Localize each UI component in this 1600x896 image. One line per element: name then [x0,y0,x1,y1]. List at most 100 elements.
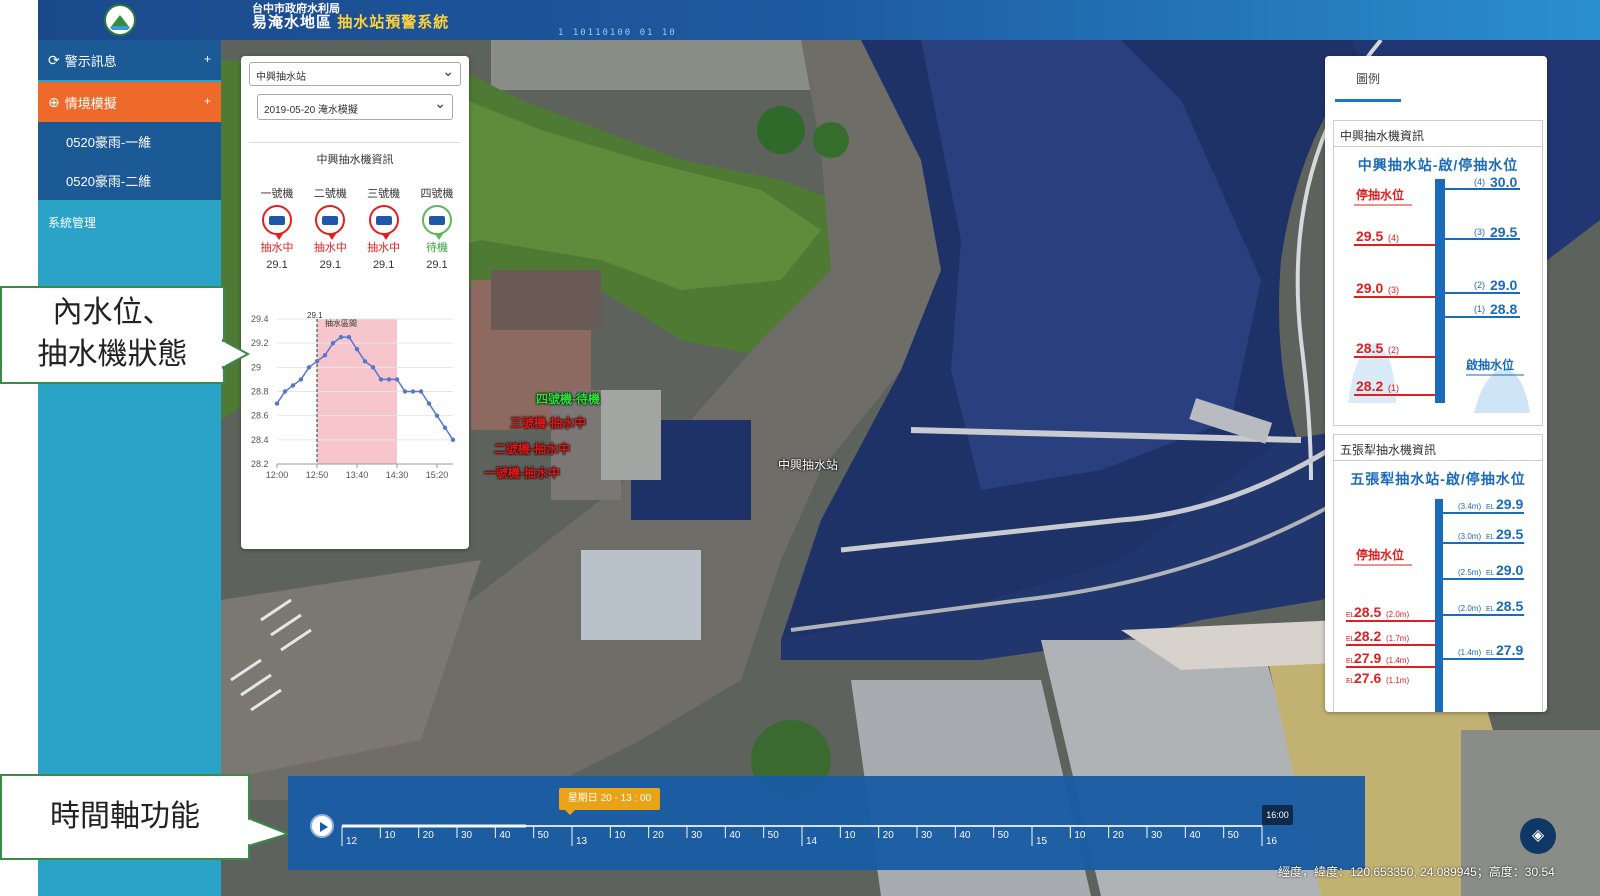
pump-level-diagram: 停抽水位 (3.4m) EL 29.9 (3.0m) EL 29.5 (2.5m… [1346,496,1524,712]
y-tick-label: 29.2 [251,338,269,348]
refresh-alert-icon: ⟳ [48,51,60,68]
timeline-tick-label: 10 [844,830,856,841]
scenario-select[interactable]: 2019-05-20 淹水模擬 [257,94,453,120]
start-level-value: 30.0 [1490,174,1517,190]
el-label: EL [1486,606,1495,613]
data-point [402,389,408,394]
sidebar: ⟳ 警示訊息 + ⊕ 情境模擬 + 0520豪雨-一維 0520豪雨-二維 系統… [38,40,221,896]
timeline-tick-label: 20 [883,830,895,841]
timeline-tick-label: 10 [1074,830,1086,841]
map-label-pump2[interactable]: 二號機-抽水中 [494,440,570,457]
start-level-value: 27.9 [1496,642,1523,658]
sidebar-item-scenario[interactable]: ⊕ 情境模擬 + [38,82,221,128]
level-tag: (1.4m) [1458,648,1481,657]
pump-item[interactable]: 三號機 抽水中 29.1 [362,185,406,285]
data-point [314,359,320,364]
pump-marker-icon [262,205,292,240]
stop-level-value: 27.9 [1354,650,1381,666]
map-label-station[interactable]: 中興抽水站 [778,456,838,473]
timeline-tick-label: 50 [998,830,1010,841]
data-point [418,389,424,394]
timeline-tick-label: 40 [499,830,511,841]
timeline-tick-label: 30 [921,830,933,841]
timeline-tick-label: 30 [691,830,703,841]
level-tag: (2.0m) [1386,610,1409,619]
start-level-value: 28.5 [1496,598,1523,614]
expand-icon[interactable]: + [204,94,211,108]
pump-level: 29.1 [266,259,288,271]
coordinate-readout: 經度，緯度：120.653350, 24.089945；高度：30.54 [1278,865,1555,879]
pump-name: 三號機 [367,188,401,200]
pump-status: 抽水中 [313,242,347,254]
y-tick-label: 28.6 [251,411,269,421]
pump-level-diagram: 停抽水位 啟抽水位 (4) 30.0 (3) 29.5 (2) 29.0 (1)… [1348,174,1530,413]
data-point [378,377,384,382]
submenu-item-2d[interactable]: 0520豪雨-二維 [38,161,221,200]
scenario-submenu: 0520豪雨-一維 0520豪雨-二維 [38,122,221,200]
sidebar-item-alerts[interactable]: ⟳ 警示訊息 + [38,40,221,80]
top-header: 台中市政府水利局 易淹水地區 抽水站預警系統 1 10110100 01 10 [38,0,1600,40]
stop-level-value: 29.0 [1356,280,1383,296]
legend-panel: 圖例 中興抽水機資訊 中興抽水站-啟/停抽水位 停抽水位 啟抽水位 (4) 30… [1325,56,1547,712]
play-icon[interactable] [310,814,334,838]
timeline-tick-label: 10 [614,830,626,841]
level-tag: (1.4m) [1386,656,1409,665]
map-label-pump1[interactable]: 一號機-抽水中 [484,464,560,481]
pump-item[interactable]: 一號機 抽水中 29.1 [255,185,299,285]
y-tick-label: 28.2 [251,459,269,469]
pump-item[interactable]: 二號機 抽水中 29.1 [308,185,352,285]
data-point [386,377,392,382]
x-tick-label: 14:30 [386,470,409,480]
system-title: 易淹水地區 抽水站預警系統 [252,14,450,32]
timeline-tick-label: 50 [768,830,780,841]
station-select[interactable]: 中興抽水站 [249,62,461,86]
pump-level: 29.1 [319,259,342,271]
el-label: EL [1486,570,1495,577]
timeline-tick-label: 30 [1151,830,1163,841]
timeline-tick-label: 50 [1228,830,1240,841]
y-tick-label: 29 [251,362,261,372]
agency-logo-icon[interactable] [104,4,136,36]
data-point [322,353,328,358]
water-level-chart[interactable]: 29.4 29.2 29 28.8 28.6 28.4 28.212:00 12:50 13:4… [249,309,461,519]
timeline-tick-label: 13 [576,836,588,847]
pump-name: 二號機 [313,188,347,200]
timeline-end-time: 16:00 [1262,805,1293,825]
expand-icon[interactable]: + [204,52,211,66]
level-tag: (2.5m) [1458,568,1481,577]
legend-card-wuzhangli: 五張犁抽水機資訊 五張犁抽水站-啟/停抽水位 停抽水位 (3.4m) EL 29… [1333,434,1543,712]
pump-marker-icon [421,205,452,240]
layers-icon[interactable]: ◈ [1520,818,1556,854]
callout-pointer [248,816,292,848]
timeline-tick-label: 20 [1113,830,1125,841]
stop-level-value: 28.2 [1356,378,1383,394]
map-label-pump3[interactable]: 三號機-抽水中 [510,414,586,431]
callout-timeline: 時間軸功能 [0,774,250,860]
start-level-value: 29.0 [1496,562,1523,578]
map-label-pump4[interactable]: 四號機-待機 [536,390,600,407]
data-point [450,437,456,443]
timeline-bar[interactable]: 12 10 20 30 40 50 13 10 20 30 40 50 14 10 20 30 40 50 15 10… [288,776,1365,870]
timeline-scale[interactable]: 12 10 20 30 40 50 13 10 20 30 40 50 14 10 20 30 40 50 15 10… [288,776,1365,870]
station-info-panel: 中興抽水站 2019-05-20 淹水模擬 中興抽水機資訊 一號機 抽水中 29… [241,56,469,549]
pump-name: 四號機 [420,188,454,200]
sidebar-item-system[interactable]: 系統管理 [38,202,221,242]
tab-legend[interactable]: 圖例 [1335,66,1401,102]
pump-card-title: 中興抽水機資訊 [316,154,394,166]
callout-line-1: 內水位、 [52,296,173,329]
crosshair-icon: ⊕ [48,93,60,110]
level-tag: (4) [1388,233,1399,243]
system-title-highlight: 抽水站預警系統 [337,14,450,32]
timeline-tick-label: 40 [729,830,741,841]
data-point [290,383,296,388]
x-tick-label: 13:40 [346,470,369,480]
level-tag: (2) [1388,345,1399,355]
legend-card-subtitle: 五張犁抽水站-啟/停抽水位 [1350,471,1526,487]
el-label: EL [1486,504,1495,511]
timeline-current-time: 星期日 20 - 13 : 00 [559,788,660,815]
pump-item[interactable]: 四號機 待機 29.1 [415,185,459,285]
x-tick-label: 12:50 [306,470,329,480]
level-tag: (3) [1474,227,1485,237]
level-tag: (1.7m) [1386,634,1409,643]
submenu-item-1d[interactable]: 0520豪雨-一維 [38,122,221,161]
